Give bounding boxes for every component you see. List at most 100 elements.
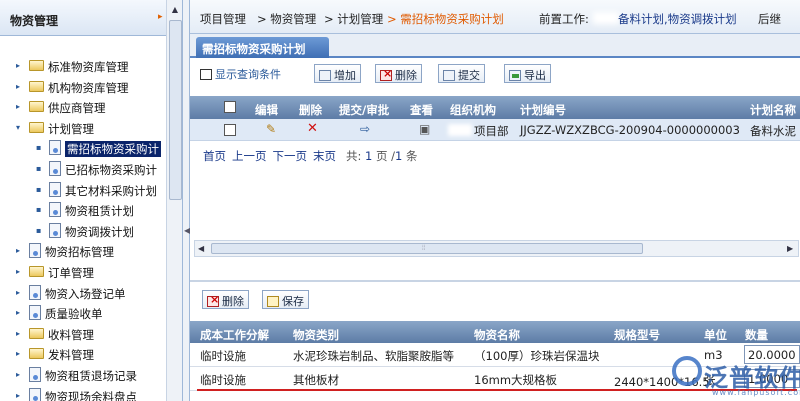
delete-icon	[207, 293, 219, 307]
collapse-arrow-icon[interactable]: ▸	[158, 12, 163, 22]
row-checkbox[interactable]	[224, 124, 236, 136]
add-button[interactable]: 增加	[314, 64, 361, 83]
sidebar-item[interactable]: ▸ 质量验收单	[0, 303, 166, 324]
bullet-icon[interactable]: ▸	[16, 329, 20, 338]
bullet-icon[interactable]: ▸	[16, 246, 20, 255]
breadcrumb-item-project[interactable]: 项目管理	[200, 11, 246, 27]
folder-icon	[29, 60, 44, 71]
bullet-icon[interactable]: ▪	[36, 164, 41, 173]
panel-splitter[interactable]: ◀	[183, 0, 190, 401]
col-org[interactable]: 组织机构	[450, 102, 496, 118]
grid-scroll-thumb[interactable]: ⦙⦙	[211, 243, 643, 254]
scroll-up-icon[interactable]: ▲	[170, 6, 180, 14]
app-window: 物资管理 ▸ ▸ 标准物资库管理 ▸ 机构物资库管理 ▸ 供应商管理 ▾ 计划管理 ▪ 需招标物资…	[0, 0, 800, 401]
bullet-icon[interactable]: ▸	[16, 61, 20, 70]
col-wbs[interactable]: 成本工作分解	[200, 327, 269, 343]
bullet-icon[interactable]: ▪	[36, 185, 41, 194]
submit-arrow-icon[interactable]: ⇨	[360, 122, 370, 136]
row-plan-no[interactable]: JJGZZ-WZXZBCG-200904-0000000003	[520, 123, 740, 137]
pager-prev[interactable]: 上一页	[232, 149, 267, 163]
folder-icon	[29, 80, 44, 92]
col-material-name[interactable]: 物资名称	[474, 327, 520, 343]
expand-icon[interactable]: ▾	[16, 123, 20, 132]
detail-save-button[interactable]: 保存	[262, 290, 309, 309]
plan-grid-header: 编辑 删除 提交/审批 查看 组织机构 计划编号 计划名称	[190, 96, 800, 119]
col-view[interactable]: 查看	[410, 102, 433, 118]
bullet-icon[interactable]: ▸	[16, 102, 20, 111]
col-plan-no[interactable]: 计划编号	[520, 102, 566, 118]
nav-scroll-thumb[interactable]	[169, 20, 182, 200]
sidebar-item[interactable]: ▪ 物资租赁计划	[0, 200, 166, 221]
col-delete[interactable]: 删除	[299, 102, 322, 118]
col-plan-name[interactable]: 计划名称	[750, 102, 796, 118]
col-category[interactable]: 物资类别	[293, 327, 339, 343]
bullet-icon[interactable]: ▸	[16, 391, 20, 400]
sidebar-item-label: 其它材料采购计划	[65, 183, 157, 198]
brand-site: www.fanpusoft.com	[712, 388, 800, 397]
sidebar-item[interactable]: ▸ 物资现场余料盘点	[0, 386, 166, 401]
sidebar-item[interactable]: ▸ 机构物资库管理	[0, 77, 166, 98]
nav-tree: ▸ 标准物资库管理 ▸ 机构物资库管理 ▸ 供应商管理 ▾ 计划管理 ▪ 需招标物资采购计 ▪ 已招标…	[0, 56, 166, 401]
bullet-icon[interactable]: ▸	[16, 370, 20, 379]
delete-x-icon[interactable]: ✕	[307, 121, 318, 136]
bullet-icon[interactable]: ▪	[36, 143, 41, 152]
sidebar-item[interactable]: ▪ 其它材料采购计划	[0, 180, 166, 201]
scroll-left-icon[interactable]: ◀	[198, 244, 204, 253]
prev-work-links[interactable]: 备料计划,物资调拨计划	[618, 11, 737, 27]
sidebar-item[interactable]: ▪ 已招标物资采购计	[0, 159, 166, 180]
sidebar-item-label: 物资入场登记单	[45, 286, 126, 301]
scroll-right-icon[interactable]: ▶	[787, 244, 793, 253]
document-icon	[29, 366, 41, 382]
redacted-mark	[593, 12, 619, 24]
sidebar-item-label: 标准物资库管理	[48, 60, 129, 74]
sidebar-item[interactable]: ▸ 标准物资库管理	[0, 56, 166, 77]
pager-last[interactable]: 末页	[313, 149, 336, 163]
bullet-icon[interactable]: ▪	[36, 205, 41, 214]
tab-procurement-plan[interactable]: 需招标物资采购计划	[196, 37, 329, 58]
col-spec[interactable]: 规格型号	[614, 327, 660, 343]
sidebar-item[interactable]: ▸ 物资入场登记单	[0, 283, 166, 304]
select-all-checkbox[interactable]	[224, 101, 236, 113]
bullet-icon[interactable]: ▸	[16, 267, 20, 276]
document-icon	[29, 387, 41, 401]
view-doc-icon[interactable]: ▣	[419, 122, 430, 136]
bullet-icon[interactable]: ▸	[16, 308, 20, 317]
delete-button[interactable]: 删除	[375, 64, 422, 83]
sidebar-item[interactable]: ▸ 订单管理	[0, 262, 166, 283]
col-edit[interactable]: 编辑	[255, 102, 278, 118]
breadcrumb-item-material[interactable]: > 物资管理	[257, 11, 316, 27]
edit-pencil-icon[interactable]: ✎	[266, 122, 276, 136]
col-unit[interactable]: 单位	[704, 327, 727, 343]
sidebar-item[interactable]: ▸ 发料管理	[0, 344, 166, 365]
export-icon	[509, 70, 521, 81]
pager-first[interactable]: 首页	[203, 149, 226, 163]
section-divider	[190, 280, 800, 282]
sidebar-item-label: 质量验收单	[45, 307, 103, 322]
bullet-icon[interactable]: ▸	[16, 349, 20, 358]
submit-button[interactable]: 提交	[438, 64, 485, 83]
sidebar-item[interactable]: ▸ 供应商管理	[0, 97, 166, 118]
nav-vertical-scrollbar[interactable]: ▲	[166, 0, 182, 401]
bullet-icon[interactable]: ▸	[16, 288, 20, 297]
detail-delete-button[interactable]: 删除	[202, 290, 249, 309]
sidebar-item[interactable]: ▪ 物资调拨计划	[0, 221, 166, 242]
bullet-icon[interactable]: ▸	[16, 82, 20, 91]
sidebar-item[interactable]: ▪ 需招标物资采购计	[0, 138, 166, 159]
bullet-icon[interactable]: ▪	[36, 226, 41, 235]
sidebar-item[interactable]: ▸ 物资招标管理	[0, 241, 166, 262]
pager-next[interactable]: 下一页	[273, 149, 308, 163]
export-button[interactable]: 导出	[504, 64, 551, 83]
sidebar-item[interactable]: ▾ 计划管理	[0, 118, 166, 139]
brand-watermark: 泛普软件 www.fanpusoft.com	[672, 352, 800, 401]
sidebar-item[interactable]: ▸ 物资租赁退场记录	[0, 365, 166, 386]
document-icon	[49, 222, 61, 238]
col-submit[interactable]: 提交/审批	[339, 102, 389, 118]
breadcrumb-item-plan[interactable]: > 计划管理	[324, 11, 383, 27]
table-row[interactable]: ✎ ✕ ⇨ ▣ 项目部 JJGZZ-WZXZBCG-200904-0000000…	[190, 119, 800, 141]
grid-horizontal-scrollbar[interactable]: ◀ ⦙⦙ ▶	[194, 240, 799, 257]
submit-icon	[443, 70, 455, 81]
show-query-button[interactable]: 显示查询条件	[200, 66, 281, 82]
col-qty[interactable]: 数量	[745, 327, 768, 343]
folder-icon	[29, 265, 44, 277]
sidebar-item[interactable]: ▸ 收料管理	[0, 324, 166, 345]
